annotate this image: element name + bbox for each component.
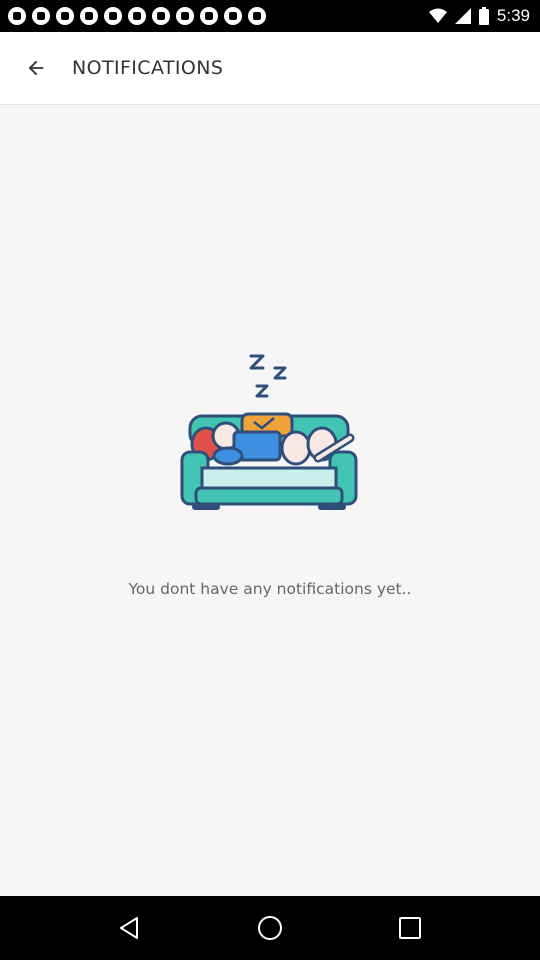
navigation-bar	[0, 896, 540, 960]
cat-icon	[80, 7, 98, 25]
pinterest-icon	[248, 7, 266, 25]
signal-icon	[454, 8, 471, 24]
status-bar: 5:39	[0, 0, 540, 32]
bitcoin-icon	[104, 7, 122, 25]
recents-square-icon	[399, 917, 421, 939]
app-bar: NOTIFICATIONS	[0, 32, 540, 105]
cat-icon	[224, 7, 242, 25]
esc-icon	[152, 7, 170, 25]
sleep-zzz-icon	[249, 354, 287, 398]
cat-icon	[128, 7, 146, 25]
empty-message: You dont have any notifications yet..	[128, 580, 412, 598]
sleeping-on-couch-illustration	[180, 354, 358, 510]
wifi-icon	[428, 8, 447, 23]
nav-home-button[interactable]	[240, 898, 300, 958]
cat-icon	[32, 7, 50, 25]
page-title: NOTIFICATIONS	[72, 57, 224, 79]
nav-recents-button[interactable]	[380, 898, 440, 958]
clock: 5:39	[496, 6, 530, 25]
cat-icon	[8, 7, 26, 25]
cat-icon	[200, 7, 218, 25]
cat-icon	[176, 7, 194, 25]
nav-back-button[interactable]	[100, 898, 160, 958]
cat-icon	[56, 7, 74, 25]
notification-icons	[8, 7, 266, 25]
back-button[interactable]	[0, 32, 72, 105]
arrow-left-icon	[28, 60, 44, 76]
empty-state: You dont have any notifications yet..	[0, 106, 540, 896]
home-circle-icon	[258, 916, 282, 940]
system-icons: 5:39	[428, 6, 530, 26]
battery-icon	[478, 7, 489, 25]
back-triangle-icon	[120, 917, 138, 939]
